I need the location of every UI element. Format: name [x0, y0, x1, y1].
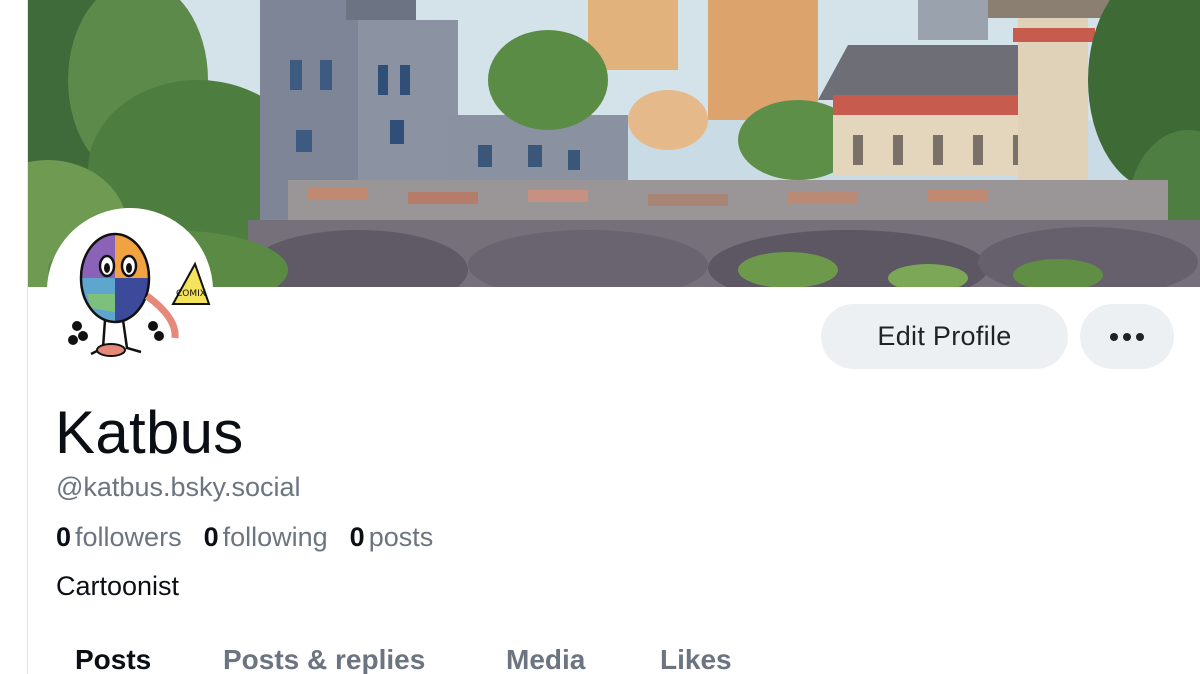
- profile-avatar[interactable]: COMIX: [47, 208, 213, 374]
- ellipsis-icon: [1110, 332, 1144, 341]
- profile-banner-image[interactable]: [28, 0, 1200, 287]
- profile-handle: @katbus.bsky.social: [56, 472, 301, 502]
- followers-label: followers: [75, 522, 182, 552]
- posts-label: posts: [368, 522, 434, 552]
- more-options-button[interactable]: [1080, 304, 1174, 369]
- followers-stat[interactable]: 0 followers: [56, 520, 182, 554]
- tab-posts[interactable]: Posts: [75, 642, 151, 674]
- profile-stats: 0 followers 0 following 0 posts: [56, 520, 455, 554]
- edit-profile-button[interactable]: Edit Profile: [821, 304, 1068, 369]
- tab-likes[interactable]: Likes: [660, 642, 732, 674]
- tab-posts-and-replies[interactable]: Posts & replies: [223, 642, 425, 674]
- following-stat[interactable]: 0 following: [204, 520, 328, 554]
- following-count: 0: [203, 522, 219, 552]
- posts-stat: 0 posts: [350, 520, 434, 554]
- display-name: Katbus: [55, 399, 244, 466]
- edit-profile-label: Edit Profile: [877, 321, 1012, 351]
- followers-count: 0: [56, 522, 72, 552]
- avatar-comix-text: COMIX: [176, 289, 206, 299]
- profile-tabs: Posts Posts & replies Media Likes: [28, 640, 1200, 674]
- profile-page: COMIX Edit Profile Katbus @katbus.bsky.s…: [0, 0, 1200, 674]
- tab-media[interactable]: Media: [506, 642, 585, 674]
- posts-count: 0: [349, 522, 365, 552]
- profile-bio: Cartoonist: [56, 571, 180, 601]
- left-panel-edge: [0, 0, 28, 674]
- following-label: following: [222, 522, 328, 552]
